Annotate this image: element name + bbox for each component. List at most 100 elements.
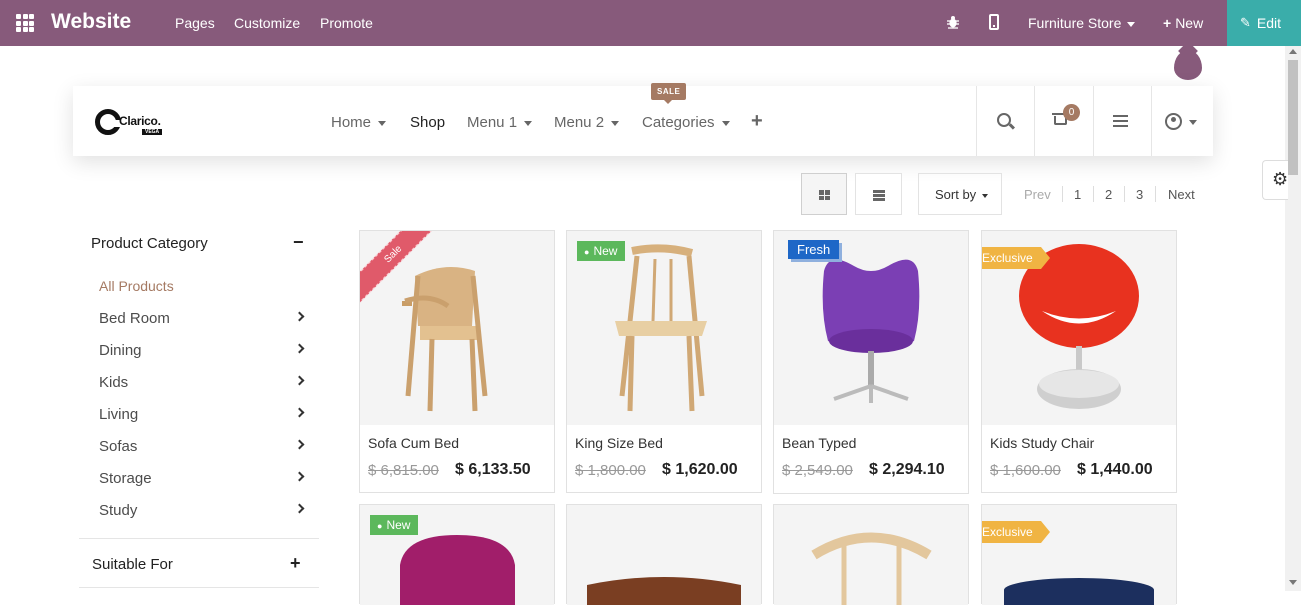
filter-icon[interactable] bbox=[1113, 115, 1128, 127]
product-price: $ 1,620.00 bbox=[662, 461, 738, 478]
product-image[interactable]: ● New bbox=[567, 231, 761, 425]
chevron-right-icon[interactable] bbox=[294, 471, 305, 482]
category-item[interactable]: Storage bbox=[99, 470, 152, 487]
site-logo[interactable]: Clarico. VEGA bbox=[95, 107, 175, 137]
minus-icon[interactable]: − bbox=[293, 232, 304, 253]
chevron-right-icon[interactable] bbox=[294, 343, 305, 354]
website-switcher-label: Furniture Store bbox=[1028, 15, 1122, 31]
nav-menu-2-label: Menu 2 bbox=[554, 114, 605, 131]
product-card[interactable] bbox=[566, 504, 762, 605]
product-image[interactable]: Sale bbox=[360, 231, 554, 425]
product-image[interactable] bbox=[774, 505, 968, 605]
product-card[interactable]: ● New King Size Bed $ 1,800.00 $ 1,620.00 bbox=[566, 230, 762, 493]
admin-topbar: Website Pages Customize Promote Furnitur… bbox=[0, 0, 1301, 46]
category-filter-title[interactable]: Product Category bbox=[91, 235, 208, 252]
chevron-right-icon[interactable] bbox=[294, 375, 305, 386]
product-card[interactable]: Exclusive bbox=[981, 504, 1177, 605]
pager-page-3[interactable]: 3 bbox=[1136, 187, 1143, 202]
logo-text: Clarico. bbox=[119, 114, 161, 128]
product-card[interactable]: Sale Sofa Cum Bed $ 6,815.00 $ 6,133.50 bbox=[359, 230, 555, 493]
nav-categories-label: Categories bbox=[642, 114, 715, 131]
nav-menu-1[interactable]: Menu 1 bbox=[467, 114, 533, 131]
product-name[interactable]: Sofa Cum Bed bbox=[368, 435, 459, 451]
chevron-down-icon[interactable] bbox=[1189, 120, 1197, 125]
gear-icon[interactable]: ⚙ bbox=[1262, 160, 1288, 200]
sort-by-label: Sort by bbox=[935, 187, 977, 202]
chevron-down-icon bbox=[1127, 21, 1136, 27]
chevron-down-icon bbox=[378, 120, 387, 126]
product-image[interactable]: Exclusive bbox=[982, 231, 1176, 425]
plus-icon: + bbox=[1163, 15, 1172, 31]
mobile-preview-icon[interactable] bbox=[989, 14, 999, 30]
product-price: $ 2,294.10 bbox=[869, 461, 945, 478]
sort-by-dropdown[interactable]: Sort by bbox=[918, 173, 1002, 215]
sale-tag: SALE bbox=[651, 83, 687, 104]
pager-page-1[interactable]: 1 bbox=[1074, 187, 1081, 202]
category-item[interactable]: Bed Room bbox=[99, 310, 170, 327]
nav-shop[interactable]: Shop bbox=[410, 114, 445, 131]
chevron-right-icon[interactable] bbox=[294, 439, 305, 450]
product-name[interactable]: Kids Study Chair bbox=[990, 435, 1094, 451]
product-name[interactable]: Bean Typed bbox=[782, 435, 856, 451]
add-menu-plus-icon[interactable]: + bbox=[751, 110, 763, 133]
new-content-button[interactable]: + New bbox=[1163, 15, 1203, 31]
exclusive-badge: Exclusive bbox=[982, 521, 1050, 543]
nav-menu-2[interactable]: Menu 2 bbox=[554, 114, 620, 131]
chevron-down-icon bbox=[611, 120, 620, 126]
website-switcher[interactable]: Furniture Store bbox=[1028, 15, 1136, 31]
product-card[interactable]: Fresh Bean Typed $ 2,549.00 $ 2,294.10 bbox=[773, 230, 969, 494]
chevron-right-icon[interactable] bbox=[294, 503, 305, 514]
suitable-for-filter-title[interactable]: Suitable For bbox=[92, 556, 173, 573]
product-name[interactable]: King Size Bed bbox=[575, 435, 663, 451]
logo-subtext: VEGA bbox=[142, 129, 163, 135]
product-image[interactable]: Fresh bbox=[774, 231, 968, 425]
product-card[interactable] bbox=[773, 504, 969, 605]
scroll-down-arrow-icon[interactable] bbox=[1289, 580, 1297, 585]
product-card[interactable]: Exclusive Kids Study Chair $ 1,600.00 $ … bbox=[981, 230, 1177, 493]
nav-categories[interactable]: Categories bbox=[642, 114, 730, 131]
nav-home-label: Home bbox=[331, 114, 372, 131]
category-item[interactable]: Dining bbox=[99, 342, 142, 359]
product-price: $ 1,440.00 bbox=[1077, 461, 1153, 478]
scroll-up-arrow-icon[interactable] bbox=[1289, 49, 1297, 54]
scrollbar-thumb[interactable] bbox=[1288, 60, 1298, 175]
bug-icon[interactable] bbox=[946, 15, 960, 29]
pager-page-2[interactable]: 2 bbox=[1105, 187, 1112, 202]
product-image[interactable] bbox=[567, 505, 761, 605]
theme-drop-icon[interactable] bbox=[1174, 50, 1202, 80]
plus-icon[interactable]: + bbox=[290, 553, 301, 574]
pager-next[interactable]: Next bbox=[1168, 187, 1195, 202]
header-divider bbox=[976, 86, 977, 156]
category-item[interactable]: Living bbox=[99, 406, 138, 423]
apps-grid-icon[interactable] bbox=[16, 14, 34, 32]
list-view-button[interactable] bbox=[855, 173, 902, 215]
chevron-down-icon bbox=[982, 193, 989, 198]
product-price: $ 6,133.50 bbox=[455, 461, 531, 478]
edit-button[interactable]: ✎ Edit bbox=[1227, 0, 1301, 46]
product-image[interactable]: Exclusive bbox=[982, 505, 1176, 605]
grid-view-button[interactable] bbox=[801, 173, 847, 215]
user-icon[interactable] bbox=[1165, 113, 1182, 130]
category-item[interactable]: Kids bbox=[99, 374, 128, 391]
menu-customize[interactable]: Customize bbox=[234, 15, 300, 31]
header-divider bbox=[1034, 86, 1035, 156]
search-icon[interactable] bbox=[997, 113, 1011, 127]
category-item[interactable]: Sofas bbox=[99, 438, 137, 455]
nav-home[interactable]: Home bbox=[331, 114, 387, 131]
category-item[interactable]: Study bbox=[99, 502, 137, 519]
app-title[interactable]: Website bbox=[51, 10, 131, 34]
new-badge-label: New bbox=[593, 244, 618, 258]
category-item[interactable]: All Products bbox=[99, 278, 174, 294]
pager-prev[interactable]: Prev bbox=[1024, 187, 1051, 202]
pencil-icon: ✎ bbox=[1240, 15, 1251, 30]
wooden-chair-image bbox=[811, 532, 932, 605]
chevron-right-icon[interactable] bbox=[294, 311, 305, 322]
product-card[interactable]: ● New bbox=[359, 504, 555, 605]
chevron-right-icon[interactable] bbox=[294, 407, 305, 418]
product-image[interactable]: ● New bbox=[360, 505, 554, 605]
menu-promote[interactable]: Promote bbox=[320, 15, 373, 31]
list-icon bbox=[873, 190, 885, 201]
product-old-price: $ 1,800.00 bbox=[575, 462, 646, 479]
menu-pages[interactable]: Pages bbox=[175, 15, 215, 31]
pager-divider bbox=[1155, 186, 1156, 202]
